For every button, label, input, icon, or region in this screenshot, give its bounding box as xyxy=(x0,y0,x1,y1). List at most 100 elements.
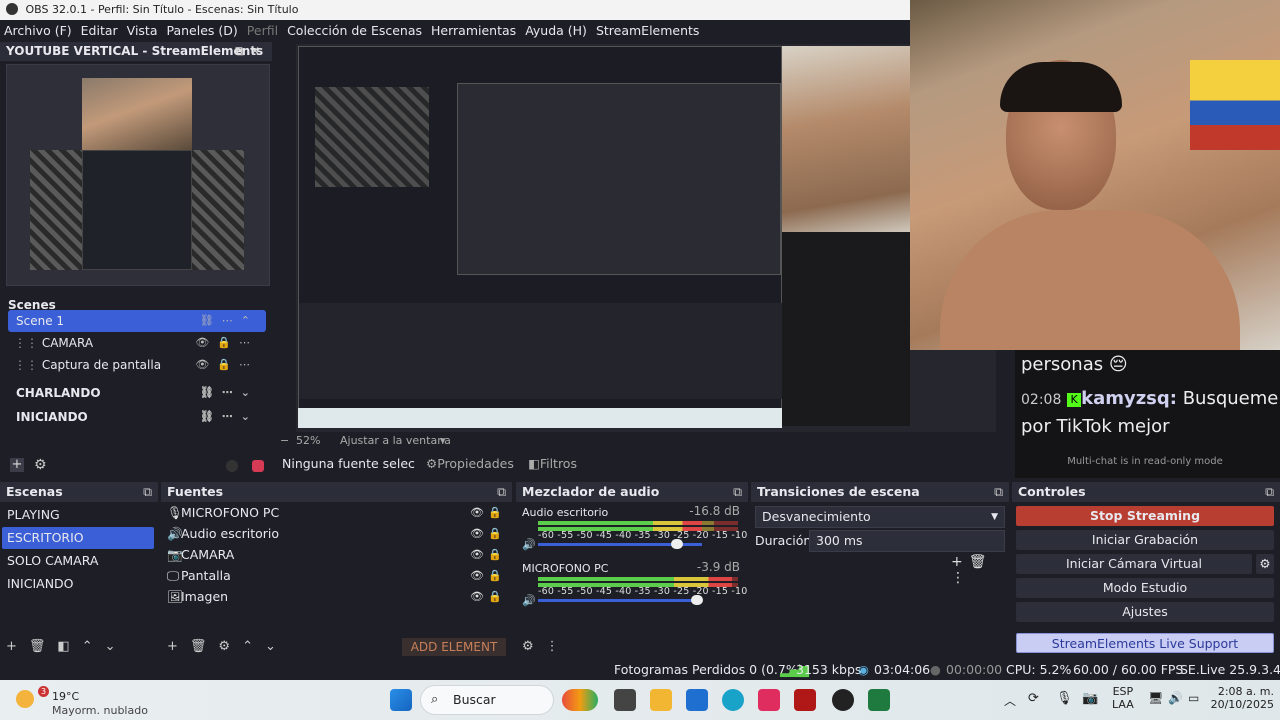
menu-editar[interactable]: Editar xyxy=(81,23,118,38)
stop-streaming-button[interactable]: Stop Streaming xyxy=(1016,506,1274,526)
eye-icon[interactable]: 👁 xyxy=(470,524,484,544)
eye-icon[interactable]: 👁 xyxy=(470,503,484,523)
chat-user[interactable]: kamyzsq: xyxy=(1081,388,1177,409)
properties-button[interactable]: ⚙Propiedades xyxy=(426,452,514,476)
volume-slider[interactable] xyxy=(538,595,704,605)
menu-vista[interactable]: Vista xyxy=(127,23,158,38)
studio-mode-button[interactable]: Modo Estudio xyxy=(1016,578,1274,598)
advanced-audio-icon[interactable]: ⚙ xyxy=(522,639,534,654)
add-icon[interactable]: + xyxy=(167,639,178,654)
menu-ayuda[interactable]: Ayuda (H) xyxy=(525,23,587,38)
chevron-down-icon[interactable]: ⌄ xyxy=(105,639,116,654)
excel-icon[interactable] xyxy=(868,689,890,711)
menu-paneles[interactable]: Paneles (D) xyxy=(167,23,238,38)
lock-icon[interactable]: 🔒 xyxy=(488,587,502,607)
task-view-icon[interactable] xyxy=(614,689,636,711)
add-icon[interactable]: + xyxy=(6,639,17,654)
scene-item-solo-camara[interactable]: SOLO CAMARA xyxy=(2,550,154,572)
lock-icon[interactable]: 🔒 xyxy=(488,524,502,544)
record-icon[interactable] xyxy=(252,460,264,472)
chevron-down-icon[interactable]: ▾ xyxy=(440,432,446,450)
settings-button[interactable]: Ajustes xyxy=(1016,602,1274,622)
volume-knob[interactable] xyxy=(691,595,704,605)
app-icon[interactable] xyxy=(794,689,816,711)
trash-icon[interactable]: 🗑 xyxy=(190,639,207,654)
file-explorer-icon[interactable] xyxy=(650,689,672,711)
windows-start-icon[interactable] xyxy=(390,689,412,711)
dock-menu-icon[interactable]: ⧉ xyxy=(497,482,506,502)
volume-knob[interactable] xyxy=(671,539,684,549)
lock-icon[interactable]: 🔒 xyxy=(488,545,502,565)
link-more-expand-icons[interactable]: ⛓⋯⌄ xyxy=(200,382,258,404)
sync-icon[interactable]: ⟳ xyxy=(1028,691,1039,706)
eye-lock-more-icons[interactable]: 👁🔒⋯ xyxy=(195,354,258,376)
menu-herramientas[interactable]: Herramientas xyxy=(431,23,516,38)
lock-icon[interactable]: 🔒 xyxy=(488,566,502,586)
scene-item-escritorio[interactable]: ESCRITORIO xyxy=(2,527,154,549)
volume-slider[interactable] xyxy=(538,539,702,549)
source-item[interactable]: 🖵 Pantalla 👁 🔒 xyxy=(167,566,506,586)
add-element-button[interactable]: ADD ELEMENT xyxy=(402,638,506,656)
dock-menu-icon[interactable]: ⧉ xyxy=(1265,482,1274,502)
filter-icon[interactable]: ◧ xyxy=(57,639,69,654)
vertical-scene-1[interactable]: Scene 1 ⛓⋯⌃ xyxy=(8,310,266,332)
stream-icon[interactable] xyxy=(226,460,238,472)
add-icon[interactable]: + xyxy=(10,458,24,472)
start-virtual-camera-button[interactable]: Iniciar Cámara Virtual xyxy=(1016,554,1252,574)
source-item[interactable]: 🖼Imagen 👁 🔒 xyxy=(167,587,506,607)
language-indicator[interactable]: ESP LAA xyxy=(1112,685,1134,711)
chevron-down-icon[interactable]: ⌄ xyxy=(265,639,276,654)
network-icon[interactable]: 🖥 xyxy=(1148,691,1163,705)
microphone-icon[interactable]: 🎙 xyxy=(1056,691,1073,706)
eye-icon[interactable]: 👁 xyxy=(470,566,484,586)
chevron-up-icon[interactable]: ︿ xyxy=(1004,692,1016,709)
dock-menu-icon[interactable]: ⧉ xyxy=(143,482,152,502)
dock-menu-icon[interactable]: ⧉ xyxy=(733,482,742,502)
add-remove-more-icons[interactable]: +🗑⋮ xyxy=(951,554,1009,586)
eye-lock-more-icons[interactable]: 👁🔒⋯ xyxy=(195,332,258,354)
tiktok-icon[interactable] xyxy=(758,689,780,711)
vertical-source-camara[interactable]: ⋮⋮ CAMARA 👁🔒⋯ xyxy=(8,332,266,354)
menu-streamelements[interactable]: StreamElements xyxy=(596,23,700,38)
link-more-collapse-icons[interactable]: ⛓⋯⌃ xyxy=(200,310,258,332)
source-item[interactable]: 🎙MICROFONO PC 👁 🔒 xyxy=(167,503,506,523)
eye-icon[interactable]: 👁 xyxy=(470,545,484,565)
zoom-fit-dropdown[interactable]: Ajustar a la ventana xyxy=(340,432,451,450)
menu-perfil[interactable]: Perfil xyxy=(247,23,278,38)
vertical-scene-charlando[interactable]: CHARLANDO ⛓⋯⌄ xyxy=(8,382,266,404)
virtual-camera-gear-icon[interactable]: ⚙ xyxy=(1256,554,1274,574)
drag-handle-icon[interactable]: ⋮⋮ xyxy=(14,358,42,372)
menu-archivo[interactable]: Archivo (F) xyxy=(4,23,72,38)
scene-item-iniciando[interactable]: INICIANDO xyxy=(2,573,154,595)
transition-select[interactable]: Desvanecimiento ▼ xyxy=(755,506,1005,528)
vertical-source-captura[interactable]: ⋮⋮ Captura de pantalla 👁🔒⋯ xyxy=(8,354,266,376)
speaker-icon[interactable]: 🔊 xyxy=(522,538,536,551)
more-icon[interactable]: ⋮ xyxy=(546,639,559,654)
source-item[interactable]: 📷CAMARA 👁 🔒 xyxy=(167,545,506,565)
link-more-expand-icons[interactable]: ⛓⋯⌄ xyxy=(200,406,258,428)
gear-icon[interactable]: ⚙ xyxy=(218,639,230,654)
menu-coleccion-escenas[interactable]: Colección de Escenas xyxy=(287,23,422,38)
speaker-icon[interactable]: 🔊 xyxy=(522,594,536,607)
source-item[interactable]: 🔊Audio escritorio 👁 🔒 xyxy=(167,524,506,544)
start-recording-button[interactable]: Iniciar Grabación xyxy=(1016,530,1274,550)
obs-icon[interactable] xyxy=(832,689,854,711)
eye-icon[interactable]: 👁 xyxy=(470,587,484,607)
clock[interactable]: 2:08 a. m. 20/10/2025 xyxy=(1211,685,1274,711)
taskbar-search[interactable]: ⌕ Buscar xyxy=(420,685,554,715)
scene-item-playing[interactable]: PLAYING xyxy=(2,504,154,526)
zoom-out-icon[interactable]: − xyxy=(280,432,289,450)
duration-input[interactable]: 300 ms xyxy=(809,530,1005,552)
camera-icon[interactable]: 📷 xyxy=(1082,691,1098,706)
lock-icon[interactable]: 🔒 xyxy=(488,503,502,523)
volume-icon[interactable]: 🔊 xyxy=(1168,691,1183,705)
filters-button[interactable]: ◧Filtros xyxy=(528,452,577,476)
edge-icon[interactable] xyxy=(722,689,744,711)
trash-icon[interactable]: 🗑 xyxy=(29,639,46,654)
chevron-up-icon[interactable]: ⌃ xyxy=(82,639,93,654)
chevron-up-icon[interactable]: ⌃ xyxy=(242,639,253,654)
dock-float-close-icons[interactable]: ⧉✕ xyxy=(235,42,266,61)
dock-menu-icon[interactable]: ⧉ xyxy=(994,482,1003,502)
store-icon[interactable] xyxy=(686,689,708,711)
weather-widget[interactable]: 3 19°C Mayorm. nublado xyxy=(10,684,150,717)
